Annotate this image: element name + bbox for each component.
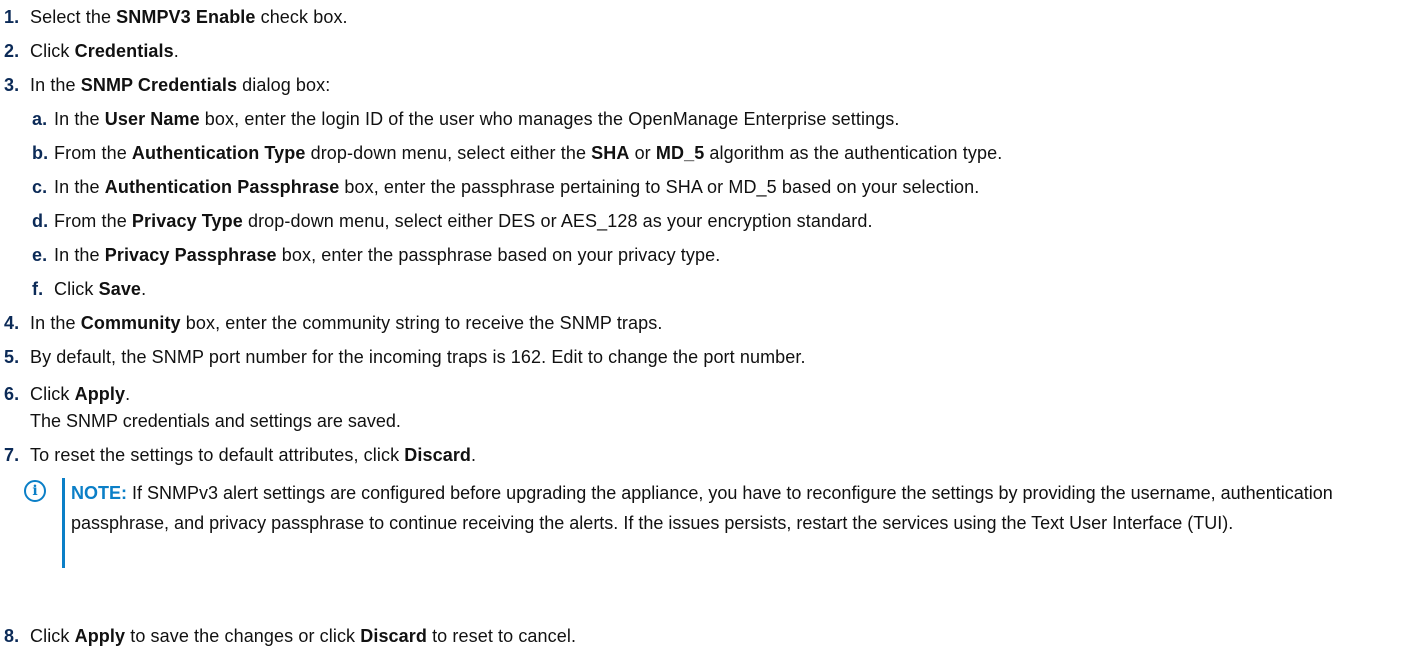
ui-term-apply: Apply bbox=[74, 626, 126, 646]
step-number: 2. bbox=[4, 41, 20, 61]
ui-term-discard: Discard bbox=[404, 445, 472, 465]
ui-term-privacy-passphrase: Privacy Passphrase bbox=[104, 245, 277, 265]
step-number: 8. bbox=[4, 626, 20, 646]
step-text: box, enter the community string to recei… bbox=[180, 313, 663, 333]
step-text: drop-down menu, select either DES or AES… bbox=[242, 211, 873, 231]
step-number: 3. bbox=[4, 75, 20, 95]
ui-term-apply: Apply bbox=[74, 384, 126, 404]
note-box: i NOTE: If SNMPv3 alert settings are con… bbox=[24, 478, 1404, 604]
ui-term-save: Save bbox=[98, 279, 142, 299]
step-text: In the bbox=[54, 109, 105, 129]
step-text: check box. bbox=[255, 7, 348, 27]
step-text: . bbox=[141, 279, 147, 299]
step-text: . bbox=[471, 445, 477, 465]
ui-term-snmpv3-enable: SNMPV3 Enable bbox=[116, 7, 256, 27]
ui-term-authentication-passphrase: Authentication Passphrase bbox=[104, 177, 340, 197]
step-text: . bbox=[125, 384, 131, 404]
step-text: To reset the settings to default attribu… bbox=[30, 445, 405, 465]
step-number: 1. bbox=[4, 7, 20, 27]
note-accent-bar bbox=[62, 478, 65, 568]
step-text: Click bbox=[54, 279, 99, 299]
step-text: box, enter the passphrase based on your … bbox=[276, 245, 721, 265]
substep-letter: e. bbox=[32, 245, 48, 265]
step-text: drop-down menu, select either the bbox=[305, 143, 592, 163]
ui-term-privacy-type: Privacy Type bbox=[131, 211, 243, 231]
step-text: From the bbox=[54, 211, 132, 231]
ui-term-md5: MD_5 bbox=[655, 143, 705, 163]
ui-term-sha: SHA bbox=[591, 143, 630, 163]
note-text: NOTE: If SNMPv3 alert settings are confi… bbox=[71, 478, 1401, 538]
step-text: to save the changes or click bbox=[125, 626, 361, 646]
step-text: Select the bbox=[30, 7, 117, 27]
step-number: 6. bbox=[4, 384, 20, 404]
step-text: algorithm as the authentication type. bbox=[704, 143, 1003, 163]
step-text: In the bbox=[30, 75, 81, 95]
step-text: box, enter the passphrase pertaining to … bbox=[339, 177, 980, 197]
ui-term-credentials: Credentials bbox=[74, 41, 174, 61]
step-text: Click bbox=[30, 626, 75, 646]
step-text: dialog box: bbox=[237, 75, 331, 95]
step-text: In the bbox=[54, 245, 105, 265]
step-text: From the bbox=[54, 143, 132, 163]
note-body: If SNMPv3 alert settings are configured … bbox=[71, 483, 1333, 533]
note-label: NOTE: bbox=[71, 483, 127, 503]
substep-letter: d. bbox=[32, 211, 49, 231]
ui-term-user-name: User Name bbox=[104, 109, 200, 129]
substep-letter: a. bbox=[32, 109, 48, 129]
substep-letter: f. bbox=[32, 279, 44, 299]
ui-term-discard: Discard bbox=[360, 626, 427, 646]
step-6-result: The SNMP credentials and settings are sa… bbox=[30, 411, 401, 431]
step-text: or bbox=[629, 143, 656, 163]
ui-term-community: Community bbox=[80, 313, 181, 333]
step-text: In the bbox=[30, 313, 81, 333]
step-number: 7. bbox=[4, 445, 20, 465]
step-number: 5. bbox=[4, 347, 20, 367]
step-text: Click bbox=[30, 384, 75, 404]
step-text: In the bbox=[54, 177, 105, 197]
substep-letter: b. bbox=[32, 143, 49, 163]
info-icon: i bbox=[24, 480, 46, 502]
step-number: 4. bbox=[4, 313, 20, 333]
step-text: By default, the SNMP port number for the… bbox=[30, 347, 806, 367]
step-text: to reset to cancel. bbox=[426, 626, 577, 646]
step-text: box, enter the login ID of the user who … bbox=[199, 109, 900, 129]
substep-letter: c. bbox=[32, 177, 48, 197]
ui-term-snmp-credentials: SNMP Credentials bbox=[80, 75, 238, 95]
step-text: Click bbox=[30, 41, 75, 61]
step-text: . bbox=[173, 41, 179, 61]
ui-term-authentication-type: Authentication Type bbox=[131, 143, 306, 163]
